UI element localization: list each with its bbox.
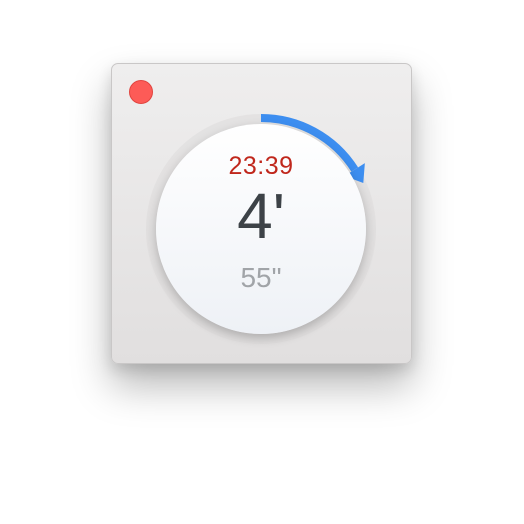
timer-face: 23:39 4' 55" bbox=[156, 124, 366, 334]
minutes-display: 4' bbox=[237, 180, 285, 252]
clock-time: 23:39 bbox=[228, 152, 294, 180]
stage: 23:39 4' 55" bbox=[0, 0, 524, 524]
timer-window: 23:39 4' 55" bbox=[111, 63, 412, 364]
seconds-display: 55" bbox=[240, 262, 282, 293]
